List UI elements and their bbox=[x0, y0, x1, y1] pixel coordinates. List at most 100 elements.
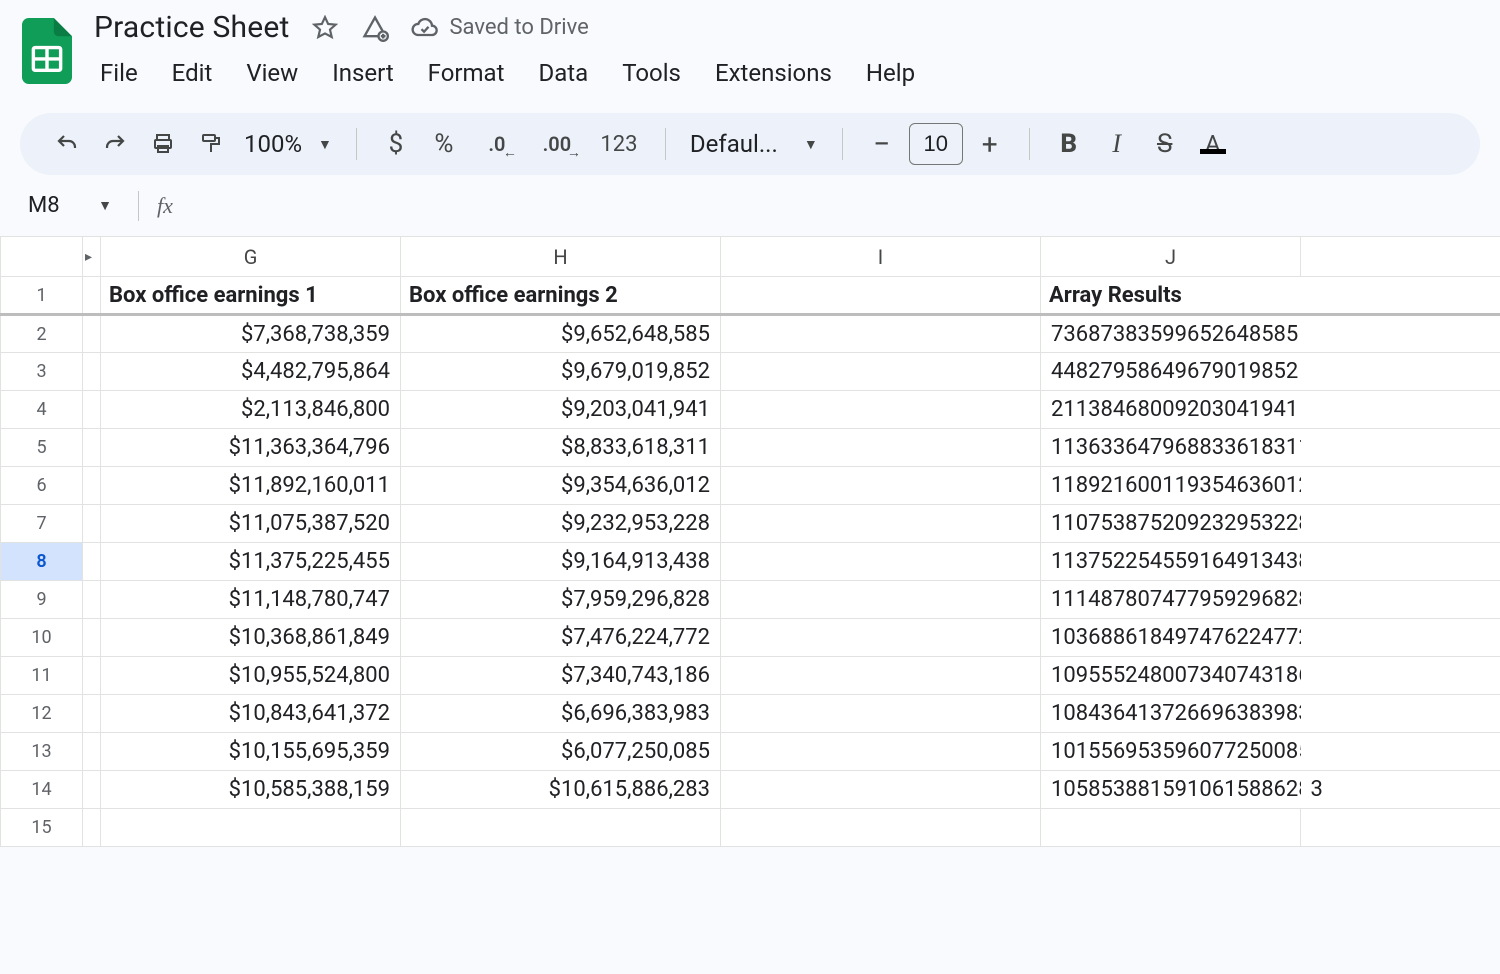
column-header-j[interactable]: J bbox=[1041, 237, 1301, 277]
cell[interactable] bbox=[83, 353, 101, 391]
cell-overflow[interactable] bbox=[1301, 543, 1500, 581]
cell-g[interactable]: $11,075,387,520 bbox=[101, 505, 401, 543]
cell[interactable] bbox=[721, 809, 1041, 847]
cell-i[interactable] bbox=[721, 505, 1041, 543]
row-header[interactable]: 9 bbox=[1, 581, 83, 619]
decrease-decimal-button[interactable]: .0 ← bbox=[471, 123, 523, 165]
cell-i[interactable] bbox=[721, 391, 1041, 429]
column-header-g[interactable]: G bbox=[101, 237, 401, 277]
zoom-dropdown[interactable]: 100% ▼ bbox=[238, 130, 338, 158]
cell-h[interactable]: $10,615,886,283 bbox=[401, 771, 721, 809]
cell-h[interactable]: $6,077,250,085 bbox=[401, 733, 721, 771]
cell-j[interactable]: 44827958649679019852 bbox=[1041, 353, 1301, 391]
cell-h[interactable]: $9,232,953,228 bbox=[401, 505, 721, 543]
cell-g[interactable]: $4,482,795,864 bbox=[101, 353, 401, 391]
column-header-i[interactable]: I bbox=[721, 237, 1041, 277]
cell[interactable] bbox=[83, 657, 101, 695]
cell[interactable] bbox=[83, 315, 101, 353]
cell-h[interactable]: $9,652,648,585 bbox=[401, 315, 721, 353]
cell-j[interactable]: 105853881591061588628 bbox=[1041, 771, 1301, 809]
cell-j[interactable]: 109555248007340743186 bbox=[1041, 657, 1301, 695]
cell[interactable] bbox=[83, 733, 101, 771]
cell[interactable] bbox=[1041, 809, 1301, 847]
header-j[interactable]: Array Results bbox=[1041, 277, 1500, 315]
text-color-button[interactable]: A bbox=[1192, 123, 1234, 165]
cell[interactable] bbox=[83, 391, 101, 429]
cell-j[interactable]: 113752254559164913438 bbox=[1041, 543, 1301, 581]
cell[interactable] bbox=[83, 581, 101, 619]
cell-overflow[interactable] bbox=[1301, 619, 1500, 657]
cell-overflow[interactable] bbox=[1301, 695, 1500, 733]
percent-button[interactable]: % bbox=[423, 123, 465, 165]
row-header[interactable]: 12 bbox=[1, 695, 83, 733]
cell-i[interactable] bbox=[721, 581, 1041, 619]
undo-button[interactable] bbox=[46, 123, 88, 165]
menu-insert[interactable]: Insert bbox=[330, 55, 395, 91]
print-button[interactable] bbox=[142, 123, 184, 165]
cell-h[interactable]: $9,203,041,941 bbox=[401, 391, 721, 429]
font-family-dropdown[interactable]: Defaul... ▼ bbox=[684, 130, 824, 158]
cell-g[interactable]: $10,843,641,372 bbox=[101, 695, 401, 733]
menu-extensions[interactable]: Extensions bbox=[713, 55, 834, 91]
row-header[interactable]: 2 bbox=[1, 315, 83, 353]
cell-i[interactable] bbox=[721, 733, 1041, 771]
menu-view[interactable]: View bbox=[244, 55, 300, 91]
italic-button[interactable]: I bbox=[1096, 123, 1138, 165]
row-header[interactable]: 4 bbox=[1, 391, 83, 429]
cell-i[interactable] bbox=[721, 543, 1041, 581]
save-status[interactable]: Saved to Drive bbox=[411, 14, 588, 42]
cell-overflow[interactable] bbox=[1301, 315, 1500, 353]
strikethrough-button[interactable]: S bbox=[1144, 123, 1186, 165]
menu-file[interactable]: File bbox=[98, 55, 140, 91]
row-header[interactable]: 15 bbox=[1, 809, 83, 847]
cell-overflow[interactable] bbox=[1301, 467, 1500, 505]
cell-overflow[interactable] bbox=[1301, 429, 1500, 467]
cell-i[interactable] bbox=[721, 771, 1041, 809]
redo-button[interactable] bbox=[94, 123, 136, 165]
row-header[interactable]: 7 bbox=[1, 505, 83, 543]
font-size-input[interactable] bbox=[909, 123, 963, 165]
spreadsheet-grid[interactable]: ▸ G H I J 1Box office earnings 1Box offi… bbox=[0, 236, 1500, 847]
row-header[interactable]: 10 bbox=[1, 619, 83, 657]
header-i[interactable] bbox=[721, 277, 1041, 315]
cell-i[interactable] bbox=[721, 657, 1041, 695]
cell-j[interactable]: 101556953596077250085 bbox=[1041, 733, 1301, 771]
menu-tools[interactable]: Tools bbox=[620, 55, 683, 91]
cell[interactable] bbox=[401, 809, 721, 847]
hidden-columns-indicator[interactable]: ▸ bbox=[83, 237, 101, 277]
menu-edit[interactable]: Edit bbox=[170, 55, 215, 91]
column-header-overflow[interactable] bbox=[1301, 237, 1500, 277]
move-icon[interactable] bbox=[361, 14, 389, 42]
row-header[interactable]: 3 bbox=[1, 353, 83, 391]
cell-g[interactable]: $10,368,861,849 bbox=[101, 619, 401, 657]
menu-data[interactable]: Data bbox=[536, 55, 590, 91]
doc-title[interactable]: Practice Sheet bbox=[94, 10, 289, 45]
cell-overflow[interactable] bbox=[1301, 391, 1500, 429]
cell-overflow[interactable]: 3 bbox=[1301, 771, 1500, 809]
cell-g[interactable]: $2,113,846,800 bbox=[101, 391, 401, 429]
cell[interactable] bbox=[83, 695, 101, 733]
cell-h[interactable]: $7,959,296,828 bbox=[401, 581, 721, 619]
bold-button[interactable]: B bbox=[1048, 123, 1090, 165]
header-h[interactable]: Box office earnings 2 bbox=[401, 277, 721, 315]
cell-i[interactable] bbox=[721, 619, 1041, 657]
cell-j[interactable]: 103688618497476224772 bbox=[1041, 619, 1301, 657]
cell-g[interactable]: $11,148,780,747 bbox=[101, 581, 401, 619]
font-size-increase-button[interactable]: + bbox=[969, 123, 1011, 165]
cell-i[interactable] bbox=[721, 429, 1041, 467]
cell-g[interactable]: $11,375,225,455 bbox=[101, 543, 401, 581]
cell-h[interactable]: $6,696,383,983 bbox=[401, 695, 721, 733]
row-header[interactable]: 8 bbox=[1, 543, 83, 581]
currency-button[interactable]: $ bbox=[375, 123, 417, 165]
cell[interactable] bbox=[83, 543, 101, 581]
cell-g[interactable]: $11,363,364,796 bbox=[101, 429, 401, 467]
cell-g[interactable]: $10,955,524,800 bbox=[101, 657, 401, 695]
cell-i[interactable] bbox=[721, 315, 1041, 353]
cell[interactable] bbox=[83, 505, 101, 543]
cell[interactable] bbox=[83, 619, 101, 657]
cell-h[interactable]: $7,340,743,186 bbox=[401, 657, 721, 695]
cell-j[interactable]: 111487807477959296828 bbox=[1041, 581, 1301, 619]
cell-overflow[interactable] bbox=[1301, 657, 1500, 695]
cell-h[interactable]: $7,476,224,772 bbox=[401, 619, 721, 657]
cell-i[interactable] bbox=[721, 353, 1041, 391]
